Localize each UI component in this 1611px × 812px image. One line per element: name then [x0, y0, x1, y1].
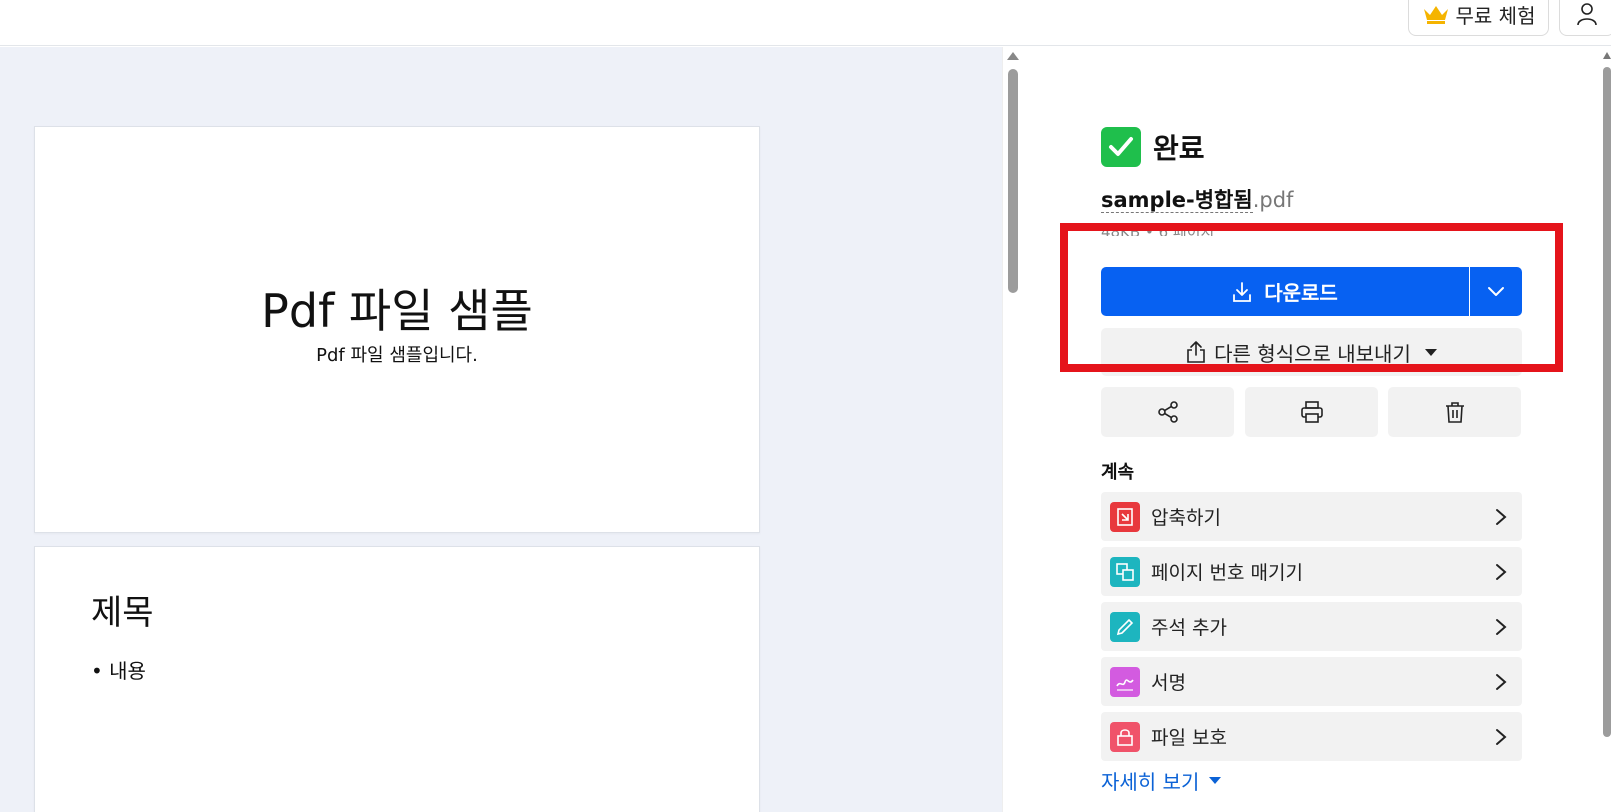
status-text: 완료: [1153, 132, 1205, 165]
free-trial-button[interactable]: 무료 체험: [1408, 0, 1549, 36]
compress-icon: [1110, 501, 1140, 532]
page1-subtitle: Pdf 파일 샘플입니다.: [316, 345, 478, 366]
chevron-right-icon: [1496, 728, 1507, 745]
top-bar: 무료 체험: [0, 0, 1611, 46]
file-name-extension: .pdf: [1252, 188, 1294, 212]
page-number-icon: [1110, 556, 1140, 587]
page1-title: Pdf 파일 샘플: [261, 284, 533, 338]
user-account-button[interactable]: [1559, 0, 1611, 36]
tool-annotate[interactable]: 주석 추가: [1101, 602, 1522, 651]
print-button[interactable]: [1245, 387, 1378, 437]
tool-label: 서명: [1151, 672, 1186, 694]
tool-label: 주석 추가: [1151, 617, 1227, 639]
show-more-label: 자세히 보기: [1101, 770, 1200, 794]
status-row: 완료: [1101, 127, 1205, 167]
tool-protect[interactable]: 파일 보호: [1101, 712, 1522, 761]
panel-scroll-thumb[interactable]: [1603, 67, 1611, 737]
trash-icon: [1445, 402, 1464, 423]
scroll-up-arrow-icon[interactable]: [1007, 52, 1019, 60]
file-name-base[interactable]: sample-병합됨: [1101, 188, 1253, 213]
tool-compress[interactable]: 압축하기: [1101, 492, 1522, 541]
tool-signature[interactable]: 서명: [1101, 657, 1522, 706]
crown-icon: [1423, 6, 1448, 24]
annotate-icon: [1110, 611, 1140, 642]
panel-scrollbar[interactable]: [1603, 47, 1611, 812]
tool-label: 파일 보호: [1151, 727, 1227, 749]
tool-page-numbers[interactable]: 페이지 번호 매기기: [1101, 547, 1522, 596]
chevron-right-icon: [1496, 673, 1507, 690]
tool-label: 페이지 번호 매기기: [1151, 562, 1303, 584]
preview-scrollbar[interactable]: [1002, 47, 1022, 812]
free-trial-label: 무료 체험: [1455, 3, 1536, 28]
scroll-thumb[interactable]: [1008, 69, 1018, 293]
pdf-preview-area[interactable]: Pdf 파일 샘플 Pdf 파일 샘플입니다. 제목 • 내용: [0, 47, 1002, 812]
pdf-page-2: 제목 • 내용: [34, 546, 760, 812]
printer-icon: [1300, 401, 1323, 423]
panel-scroll-up-arrow-icon[interactable]: [1603, 52, 1611, 59]
share-button[interactable]: [1101, 387, 1234, 437]
share-icon: [1157, 401, 1178, 423]
caret-down-icon: [1209, 777, 1222, 784]
page2-bullet: • 내용: [91, 659, 146, 683]
chevron-right-icon: [1496, 508, 1507, 525]
file-name[interactable]: sample-병합됨.pdf: [1101, 184, 1293, 214]
show-more-link[interactable]: 자세히 보기: [1101, 766, 1222, 795]
chevron-right-icon: [1496, 563, 1507, 580]
chevron-right-icon: [1496, 618, 1507, 635]
page2-title: 제목: [91, 593, 154, 633]
highlight-annotation-box: [1060, 223, 1563, 372]
tool-label: 압축하기: [1151, 507, 1221, 529]
delete-button[interactable]: [1388, 387, 1521, 437]
pdf-page-1: Pdf 파일 샘플 Pdf 파일 샘플입니다.: [34, 126, 760, 533]
signature-icon: [1110, 666, 1140, 697]
lock-icon: [1110, 721, 1140, 752]
user-icon: [1577, 3, 1597, 26]
check-icon: [1101, 127, 1141, 167]
continue-section-title: 계속: [1101, 462, 1135, 483]
